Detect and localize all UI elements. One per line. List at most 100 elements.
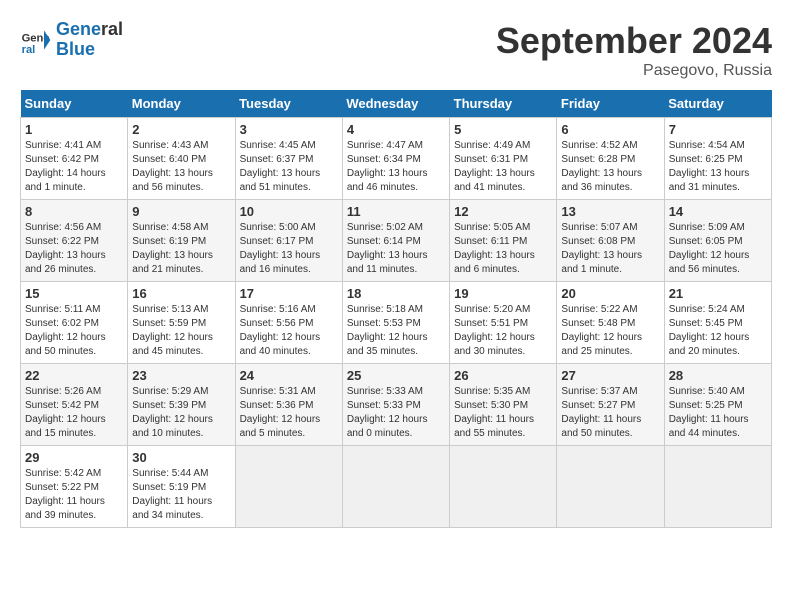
day-number: 5 xyxy=(454,122,552,137)
calendar-cell: 23 Sunrise: 5:29 AMSunset: 5:39 PMDaylig… xyxy=(128,364,235,446)
title-block: September 2024 Pasegovo, Russia xyxy=(496,20,772,80)
day-number: 15 xyxy=(25,286,123,301)
day-number: 2 xyxy=(132,122,230,137)
calendar-cell xyxy=(664,446,771,528)
day-number: 7 xyxy=(669,122,767,137)
svg-text:ral: ral xyxy=(22,44,36,56)
day-number: 10 xyxy=(240,204,338,219)
day-number: 11 xyxy=(347,204,445,219)
calendar-cell: 9 Sunrise: 4:58 AMSunset: 6:19 PMDayligh… xyxy=(128,200,235,282)
calendar-cell: 14 Sunrise: 5:09 AMSunset: 6:05 PMDaylig… xyxy=(664,200,771,282)
day-detail: Sunrise: 5:16 AMSunset: 5:56 PMDaylight:… xyxy=(240,304,321,357)
day-detail: Sunrise: 5:31 AMSunset: 5:36 PMDaylight:… xyxy=(240,386,321,439)
day-number: 23 xyxy=(132,368,230,383)
calendar-cell: 27 Sunrise: 5:37 AMSunset: 5:27 PMDaylig… xyxy=(557,364,664,446)
day-number: 26 xyxy=(454,368,552,383)
calendar-cell: 28 Sunrise: 5:40 AMSunset: 5:25 PMDaylig… xyxy=(664,364,771,446)
col-tuesday: Tuesday xyxy=(235,90,342,118)
calendar-cell: 1 Sunrise: 4:41 AMSunset: 6:42 PMDayligh… xyxy=(21,118,128,200)
calendar-header: Sunday Monday Tuesday Wednesday Thursday… xyxy=(21,90,772,118)
day-detail: Sunrise: 5:24 AMSunset: 5:45 PMDaylight:… xyxy=(669,304,750,357)
calendar-cell: 6 Sunrise: 4:52 AMSunset: 6:28 PMDayligh… xyxy=(557,118,664,200)
day-detail: Sunrise: 5:13 AMSunset: 5:59 PMDaylight:… xyxy=(132,304,213,357)
day-detail: Sunrise: 5:00 AMSunset: 6:17 PMDaylight:… xyxy=(240,222,321,275)
calendar-cell xyxy=(235,446,342,528)
day-number: 30 xyxy=(132,450,230,465)
day-number: 28 xyxy=(669,368,767,383)
calendar-cell: 12 Sunrise: 5:05 AMSunset: 6:11 PMDaylig… xyxy=(450,200,557,282)
day-detail: Sunrise: 4:41 AMSunset: 6:42 PMDaylight:… xyxy=(25,140,106,193)
day-detail: Sunrise: 4:47 AMSunset: 6:34 PMDaylight:… xyxy=(347,140,428,193)
day-detail: Sunrise: 5:26 AMSunset: 5:42 PMDaylight:… xyxy=(25,386,106,439)
day-number: 29 xyxy=(25,450,123,465)
calendar-cell: 17 Sunrise: 5:16 AMSunset: 5:56 PMDaylig… xyxy=(235,282,342,364)
day-detail: Sunrise: 5:37 AMSunset: 5:27 PMDaylight:… xyxy=(561,386,641,439)
calendar-cell: 20 Sunrise: 5:22 AMSunset: 5:48 PMDaylig… xyxy=(557,282,664,364)
calendar-cell: 11 Sunrise: 5:02 AMSunset: 6:14 PMDaylig… xyxy=(342,200,449,282)
day-detail: Sunrise: 5:20 AMSunset: 5:51 PMDaylight:… xyxy=(454,304,535,357)
day-detail: Sunrise: 4:56 AMSunset: 6:22 PMDaylight:… xyxy=(25,222,106,275)
col-monday: Monday xyxy=(128,90,235,118)
logo: Gene ral GeneralBlue xyxy=(20,20,123,60)
calendar-cell: 3 Sunrise: 4:45 AMSunset: 6:37 PMDayligh… xyxy=(235,118,342,200)
calendar-table: Sunday Monday Tuesday Wednesday Thursday… xyxy=(20,90,772,528)
day-number: 27 xyxy=(561,368,659,383)
day-number: 3 xyxy=(240,122,338,137)
col-sunday: Sunday xyxy=(21,90,128,118)
calendar-cell xyxy=(450,446,557,528)
calendar-cell: 7 Sunrise: 4:54 AMSunset: 6:25 PMDayligh… xyxy=(664,118,771,200)
day-detail: Sunrise: 4:52 AMSunset: 6:28 PMDaylight:… xyxy=(561,140,642,193)
day-number: 14 xyxy=(669,204,767,219)
day-detail: Sunrise: 5:40 AMSunset: 5:25 PMDaylight:… xyxy=(669,386,749,439)
day-number: 12 xyxy=(454,204,552,219)
day-detail: Sunrise: 5:09 AMSunset: 6:05 PMDaylight:… xyxy=(669,222,750,275)
col-wednesday: Wednesday xyxy=(342,90,449,118)
day-detail: Sunrise: 5:22 AMSunset: 5:48 PMDaylight:… xyxy=(561,304,642,357)
day-number: 1 xyxy=(25,122,123,137)
week-row-5: 29 Sunrise: 5:42 AMSunset: 5:22 PMDaylig… xyxy=(21,446,772,528)
day-number: 4 xyxy=(347,122,445,137)
col-thursday: Thursday xyxy=(450,90,557,118)
day-detail: Sunrise: 5:18 AMSunset: 5:53 PMDaylight:… xyxy=(347,304,428,357)
day-number: 16 xyxy=(132,286,230,301)
day-number: 25 xyxy=(347,368,445,383)
calendar-cell: 25 Sunrise: 5:33 AMSunset: 5:33 PMDaylig… xyxy=(342,364,449,446)
location: Pasegovo, Russia xyxy=(496,62,772,80)
calendar-cell: 22 Sunrise: 5:26 AMSunset: 5:42 PMDaylig… xyxy=(21,364,128,446)
day-detail: Sunrise: 5:42 AMSunset: 5:22 PMDaylight:… xyxy=(25,468,105,521)
calendar-cell: 21 Sunrise: 5:24 AMSunset: 5:45 PMDaylig… xyxy=(664,282,771,364)
page-header: Gene ral GeneralBlue September 2024 Pase… xyxy=(20,20,772,80)
day-number: 21 xyxy=(669,286,767,301)
calendar-cell: 2 Sunrise: 4:43 AMSunset: 6:40 PMDayligh… xyxy=(128,118,235,200)
day-number: 9 xyxy=(132,204,230,219)
day-detail: Sunrise: 5:05 AMSunset: 6:11 PMDaylight:… xyxy=(454,222,535,275)
day-detail: Sunrise: 4:49 AMSunset: 6:31 PMDaylight:… xyxy=(454,140,535,193)
calendar-cell: 8 Sunrise: 4:56 AMSunset: 6:22 PMDayligh… xyxy=(21,200,128,282)
day-detail: Sunrise: 4:45 AMSunset: 6:37 PMDaylight:… xyxy=(240,140,321,193)
calendar-cell: 26 Sunrise: 5:35 AMSunset: 5:30 PMDaylig… xyxy=(450,364,557,446)
day-number: 13 xyxy=(561,204,659,219)
day-detail: Sunrise: 5:33 AMSunset: 5:33 PMDaylight:… xyxy=(347,386,428,439)
calendar-cell: 13 Sunrise: 5:07 AMSunset: 6:08 PMDaylig… xyxy=(557,200,664,282)
day-number: 17 xyxy=(240,286,338,301)
week-row-1: 1 Sunrise: 4:41 AMSunset: 6:42 PMDayligh… xyxy=(21,118,772,200)
day-number: 24 xyxy=(240,368,338,383)
calendar-cell: 4 Sunrise: 4:47 AMSunset: 6:34 PMDayligh… xyxy=(342,118,449,200)
day-detail: Sunrise: 5:44 AMSunset: 5:19 PMDaylight:… xyxy=(132,468,212,521)
day-detail: Sunrise: 4:58 AMSunset: 6:19 PMDaylight:… xyxy=(132,222,213,275)
calendar-cell: 30 Sunrise: 5:44 AMSunset: 5:19 PMDaylig… xyxy=(128,446,235,528)
day-detail: Sunrise: 5:29 AMSunset: 5:39 PMDaylight:… xyxy=(132,386,213,439)
calendar-cell: 16 Sunrise: 5:13 AMSunset: 5:59 PMDaylig… xyxy=(128,282,235,364)
calendar-cell xyxy=(557,446,664,528)
logo-text: GeneralBlue xyxy=(56,20,123,60)
day-number: 19 xyxy=(454,286,552,301)
calendar-cell xyxy=(342,446,449,528)
day-number: 8 xyxy=(25,204,123,219)
col-saturday: Saturday xyxy=(664,90,771,118)
week-row-2: 8 Sunrise: 4:56 AMSunset: 6:22 PMDayligh… xyxy=(21,200,772,282)
col-friday: Friday xyxy=(557,90,664,118)
day-detail: Sunrise: 4:43 AMSunset: 6:40 PMDaylight:… xyxy=(132,140,213,193)
header-row: Sunday Monday Tuesday Wednesday Thursday… xyxy=(21,90,772,118)
day-detail: Sunrise: 5:07 AMSunset: 6:08 PMDaylight:… xyxy=(561,222,642,275)
calendar-cell: 24 Sunrise: 5:31 AMSunset: 5:36 PMDaylig… xyxy=(235,364,342,446)
